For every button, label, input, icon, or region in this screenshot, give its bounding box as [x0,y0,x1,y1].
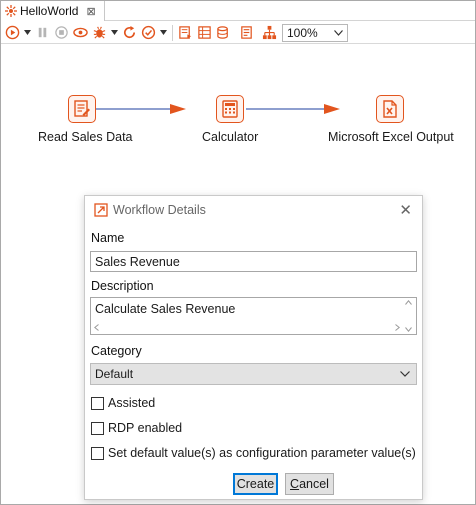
tab-close-icon[interactable]: ⊠ [86,5,95,18]
set-default-values-checkbox-row[interactable]: Set default value(s) as configuration pa… [91,446,416,460]
dialog-titlebar[interactable]: Workflow Details ✕ [85,196,422,224]
set-default-values-label: Set default value(s) as configuration pa… [108,446,416,460]
toolbar: 100% [1,22,475,44]
name-label: Name [91,231,125,245]
dialog-title: Workflow Details [113,203,206,217]
description-label: Description [91,279,154,293]
excel-output-icon [383,100,397,118]
cancel-label-rest: ancel [299,477,329,491]
editor-window: HelloWorld ⊠ 100% Read Sales Data Calcul… [0,0,476,505]
description-vertical-scrollbar[interactable] [403,300,414,332]
close-icon[interactable]: ✕ [399,201,412,219]
category-label: Category [91,344,142,358]
name-value: Sales Revenue [95,254,180,269]
pause-icon[interactable] [34,25,50,41]
transformation-icon [5,5,17,17]
workflow-icon [94,203,108,217]
chevron-down-icon [400,371,410,377]
set-default-values-checkbox[interactable] [91,446,104,460]
zoom-select[interactable]: 100% [282,23,348,42]
tab-helloworld[interactable]: HelloWorld ⊠ [1,1,105,21]
name-field[interactable]: Sales Revenue [90,251,417,272]
rdp-enabled-checkbox-row[interactable]: RDP enabled [91,421,182,435]
explore-db-icon[interactable] [196,25,212,41]
preview-icon[interactable] [72,25,88,41]
tab-strip: HelloWorld ⊠ [1,1,475,21]
scroll-down-icon[interactable] [405,327,412,332]
text-file-input-icon [74,100,90,117]
calculator-icon [222,100,238,118]
step-calculator[interactable] [216,95,244,123]
description-field[interactable]: Calculate Sales Revenue [90,297,417,335]
sql-icon[interactable] [177,25,193,41]
replay-icon[interactable] [121,25,137,41]
tab-title: HelloWorld [20,4,79,18]
debug-dropdown-icon[interactable] [110,25,118,41]
step-label-microsoft-excel-output: Microsoft Excel Output [328,130,454,144]
verify-dropdown-icon[interactable] [159,25,167,41]
rdp-enabled-label: RDP enabled [108,421,183,435]
verify-icon[interactable] [140,25,156,41]
cancel-mnemonic: C [290,477,300,491]
show-results-icon[interactable] [238,25,254,41]
hop-read-to-calculator[interactable] [96,104,186,114]
category-select[interactable]: Default [90,363,417,385]
toolbar-separator [172,24,173,41]
scroll-left-icon[interactable] [94,323,99,331]
debug-icon[interactable] [91,25,107,41]
stop-icon[interactable] [53,25,69,41]
run-dropdown-icon[interactable] [23,25,31,41]
chevron-down-icon [334,29,343,36]
scroll-right-icon[interactable] [395,323,400,331]
step-read-sales-data[interactable] [68,95,96,123]
category-value: Default [95,367,134,381]
layout-icon[interactable] [261,25,277,41]
hop-calculator-to-excel[interactable] [246,104,340,114]
step-microsoft-excel-output[interactable] [376,95,404,123]
step-label-read-sales-data: Read Sales Data [38,130,133,144]
assisted-checkbox[interactable] [91,396,104,410]
scroll-up-icon[interactable] [405,300,412,305]
run-icon[interactable] [4,25,20,41]
cancel-button[interactable]: Cancel [285,473,334,495]
description-value: Calculate Sales Revenue [95,302,236,316]
rdp-enabled-checkbox[interactable] [91,421,104,435]
zoom-value: 100% [287,25,318,40]
database-icon[interactable] [215,25,231,41]
description-horizontal-scrollbar[interactable] [94,322,400,332]
step-label-calculator: Calculator [202,130,259,144]
workflow-details-dialog: Workflow Details ✕ Name Sales Revenue De… [84,195,423,500]
assisted-checkbox-row[interactable]: Assisted [91,396,155,410]
assisted-label: Assisted [108,396,156,410]
create-button[interactable]: Create [233,473,278,495]
